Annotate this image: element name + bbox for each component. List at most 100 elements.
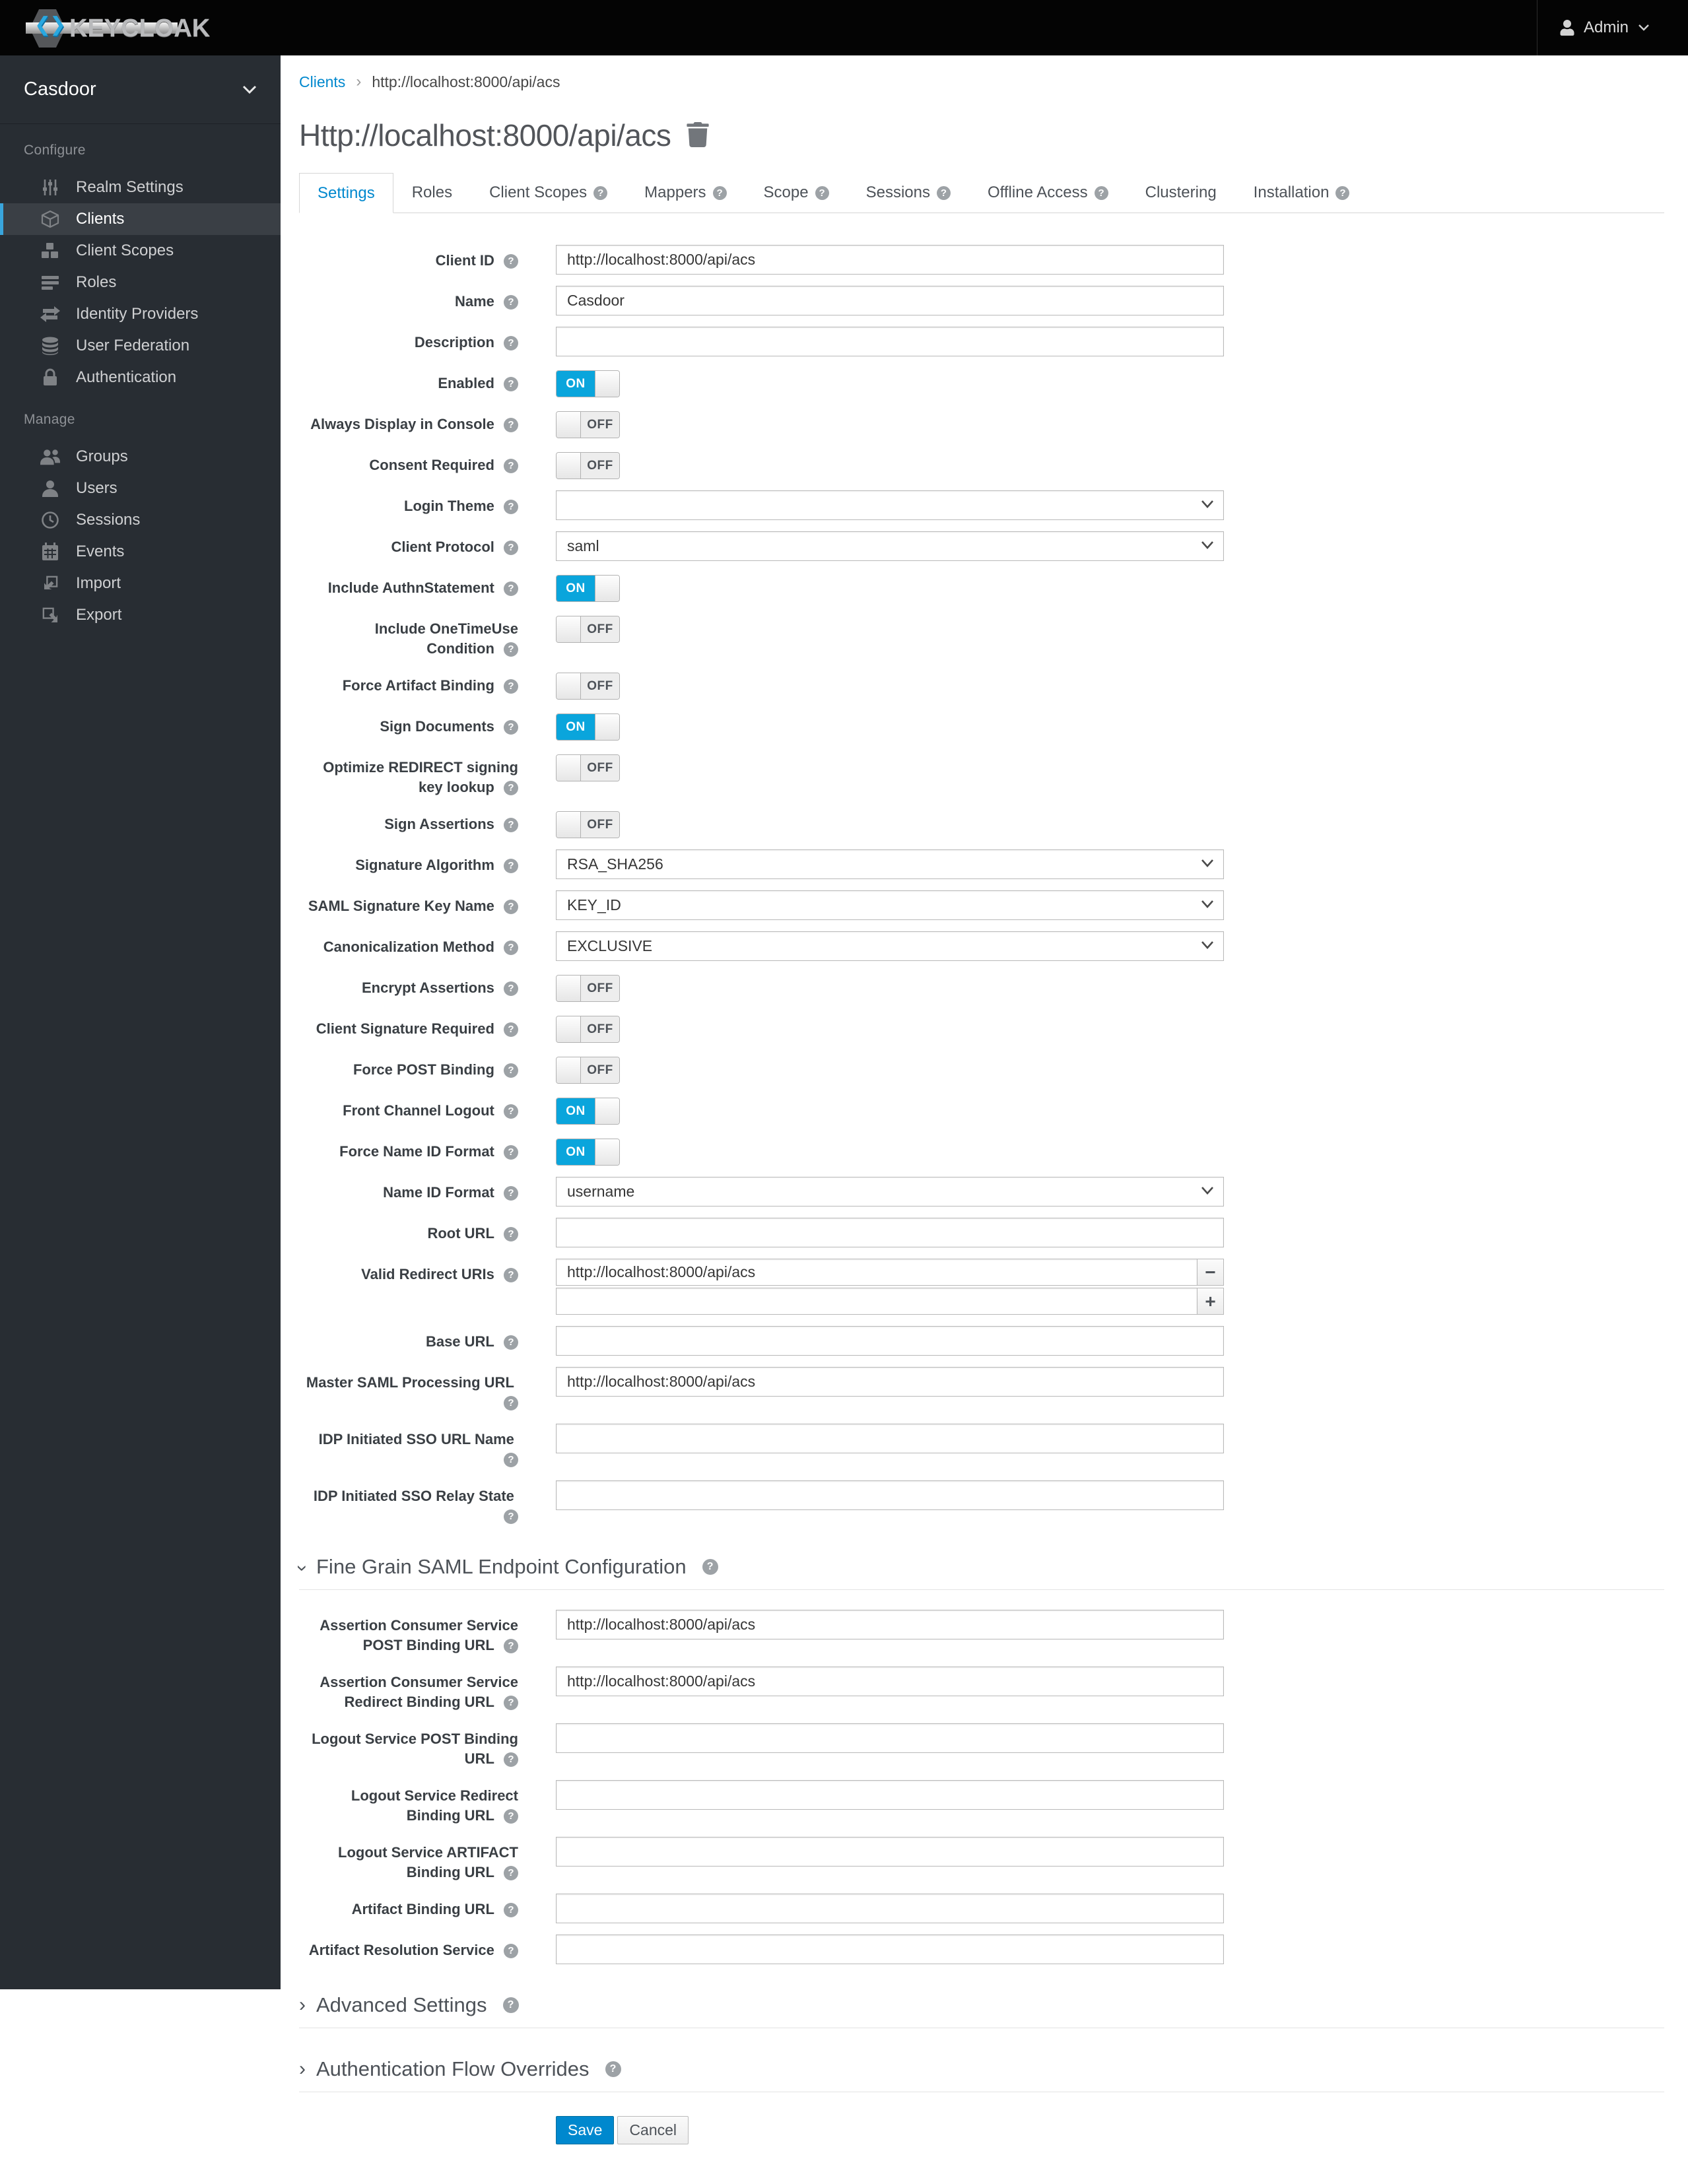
sidebar-item-sessions[interactable]: Sessions <box>0 504 281 536</box>
enabled-toggle[interactable]: ON <box>556 370 620 397</box>
redirect-uri-input[interactable] <box>556 1288 1198 1315</box>
optimize-redirect-signing-key-lookup-toggle[interactable]: OFF <box>556 754 620 781</box>
include-authnstatement-toggle[interactable]: ON <box>556 575 620 602</box>
field-label: Artifact Binding URL ? <box>299 1894 518 1919</box>
include-onetimeuse-condition-toggle[interactable]: OFF <box>556 616 620 643</box>
sidebar-item-label: Events <box>76 543 125 560</box>
toggle-state-label: ON <box>557 1139 595 1165</box>
sidebar-item-events[interactable]: Events <box>0 536 281 568</box>
chevron-down-icon <box>1201 1187 1213 1195</box>
delete-client-button[interactable] <box>684 119 712 152</box>
help-icon: ? <box>504 1752 518 1768</box>
cube-icon <box>40 210 60 228</box>
signature-algorithm-select[interactable]: RSA_SHA256 <box>556 849 1224 879</box>
sidebar-item-authentication[interactable]: Authentication <box>0 362 281 393</box>
form-row-idp-initiated-sso-url-name: IDP Initiated SSO URL Name ? <box>299 1424 1664 1469</box>
sidebar-item-identity-providers[interactable]: Identity Providers <box>0 298 281 330</box>
sidebar-item-user-federation[interactable]: User Federation <box>0 330 281 362</box>
tab-clustering[interactable]: Clustering <box>1127 173 1235 213</box>
sidebar-item-groups[interactable]: Groups <box>0 441 281 473</box>
redirect-uri-input[interactable] <box>556 1259 1198 1286</box>
sidebar-item-label: Import <box>76 574 121 592</box>
force-post-binding-toggle[interactable]: OFF <box>556 1057 620 1084</box>
help-icon: ? <box>504 981 518 997</box>
sidebar-item-clients[interactable]: Clients <box>0 203 281 235</box>
help-icon: ? <box>936 185 951 200</box>
sidebar-item-realm-settings[interactable]: Realm Settings <box>0 172 281 203</box>
help-icon: ? <box>504 1104 518 1119</box>
cubes-icon <box>40 242 60 259</box>
sliders-icon <box>40 179 60 196</box>
tab-offline-access[interactable]: Offline Access? <box>969 173 1127 213</box>
add-uri-button[interactable]: + <box>1197 1288 1224 1315</box>
client-protocol-select[interactable]: saml <box>556 531 1224 561</box>
toggle-handle <box>595 1098 619 1124</box>
sidebar-item-export[interactable]: Export <box>0 599 281 631</box>
sign-documents-toggle[interactable]: ON <box>556 713 620 741</box>
sign-assertions-toggle[interactable]: OFF <box>556 811 620 838</box>
toggle-handle <box>557 453 581 479</box>
sidebar-item-roles[interactable]: Roles <box>0 267 281 298</box>
sidebar-item-users[interactable]: Users <box>0 473 281 504</box>
section-title: Advanced Settings <box>316 1993 487 2016</box>
force-name-id-format-toggle[interactable]: ON <box>556 1139 620 1166</box>
realm-name: Casdoor <box>24 79 96 100</box>
tab-roles[interactable]: Roles <box>393 173 471 213</box>
help-icon: ? <box>504 1186 518 1201</box>
cancel-button[interactable]: Cancel <box>617 2116 689 2144</box>
name-id-format-select[interactable]: username <box>556 1177 1224 1207</box>
sidebar-item-client-scopes[interactable]: Client Scopes <box>0 235 281 267</box>
saml-signature-key-name-select[interactable]: KEY_ID <box>556 890 1224 920</box>
realm-selector[interactable]: Casdoor <box>0 55 281 124</box>
tab-installation[interactable]: Installation? <box>1235 173 1368 213</box>
sidebar-item-label: Client Scopes <box>76 242 174 259</box>
field-label: Sign Documents ? <box>299 711 518 737</box>
section-header-fine-grain-saml-endpoint-configuration[interactable]: › Fine Grain SAML Endpoint Configuration? <box>292 1555 1664 1579</box>
breadcrumb-clients-link[interactable]: Clients <box>299 73 345 91</box>
client-signature-required-toggle[interactable]: OFF <box>556 1016 620 1043</box>
always-display-in-console-toggle[interactable]: OFF <box>556 411 620 438</box>
encrypt-assertions-toggle[interactable]: OFF <box>556 975 620 1002</box>
description-input[interactable] <box>556 327 1224 356</box>
remove-uri-button[interactable]: − <box>1197 1259 1224 1286</box>
field-label: SAML Signature Key Name ? <box>299 890 518 916</box>
section-header-advanced-settings[interactable]: › Advanced Settings? <box>299 1993 1664 2017</box>
assertion-consumer-service-redirect-binding-url-input[interactable] <box>556 1667 1224 1696</box>
toggle-handle <box>557 1016 581 1042</box>
artifact-binding-url-input[interactable] <box>556 1894 1224 1923</box>
field-label: Encrypt Assertions ? <box>299 972 518 998</box>
chevron-down-icon <box>1201 859 1213 867</box>
form-actions: Save Cancel <box>556 2116 1664 2144</box>
idp-initiated-sso-url-name-input[interactable] <box>556 1424 1224 1453</box>
base-url-input[interactable] <box>556 1326 1224 1356</box>
save-button[interactable]: Save <box>556 2116 615 2144</box>
consent-required-toggle[interactable]: OFF <box>556 452 620 479</box>
artifact-resolution-service-input[interactable] <box>556 1935 1224 1964</box>
login-theme-select[interactable] <box>556 490 1224 520</box>
tab-sessions[interactable]: Sessions? <box>848 173 969 213</box>
logout-service-post-binding-url-input[interactable] <box>556 1723 1224 1753</box>
section-header-authentication-flow-overrides[interactable]: › Authentication Flow Overrides? <box>299 2057 1664 2081</box>
user-menu[interactable]: Admin <box>1536 0 1688 55</box>
form-row-sign-documents: Sign Documents ? ON <box>299 711 1664 741</box>
root-url-input[interactable] <box>556 1218 1224 1247</box>
idp-initiated-sso-relay-state-input[interactable] <box>556 1480 1224 1510</box>
field-label: Logout Service Redirect Binding URL ? <box>351 1787 518 1824</box>
tab-client-scopes[interactable]: Client Scopes? <box>471 173 626 213</box>
logout-service-artifact-binding-url-input[interactable] <box>556 1837 1224 1867</box>
canonicalization-method-select[interactable]: EXCLUSIVE <box>556 931 1224 961</box>
client-id-input[interactable] <box>556 245 1224 275</box>
force-artifact-binding-toggle[interactable]: OFF <box>556 673 620 700</box>
field-label: Canonicalization Method ? <box>299 931 518 957</box>
assertion-consumer-service-post-binding-url-input[interactable] <box>556 1610 1224 1639</box>
front-channel-logout-toggle[interactable]: ON <box>556 1098 620 1125</box>
tab-scope[interactable]: Scope? <box>745 173 848 213</box>
name-input[interactable] <box>556 286 1224 315</box>
tab-settings[interactable]: Settings <box>299 173 393 213</box>
tab-mappers[interactable]: Mappers? <box>626 173 745 213</box>
logout-service-redirect-binding-url-input[interactable] <box>556 1780 1224 1810</box>
toggle-handle <box>595 1139 619 1165</box>
sidebar-item-import[interactable]: Import <box>0 568 281 599</box>
help-icon: ? <box>504 781 518 796</box>
master-saml-processing-url-input[interactable] <box>556 1367 1224 1397</box>
